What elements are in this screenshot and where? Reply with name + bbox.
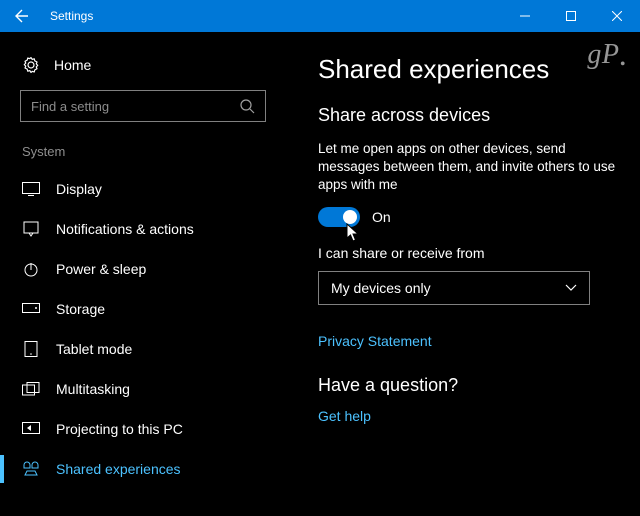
notifications-icon (22, 221, 40, 237)
share-from-label: I can share or receive from (318, 245, 622, 261)
page-heading: Shared experiences (318, 54, 622, 85)
minimize-button[interactable] (502, 0, 548, 32)
multitasking-icon (22, 382, 40, 396)
home-label: Home (54, 57, 91, 73)
power-icon (22, 261, 40, 277)
storage-icon (22, 303, 40, 315)
watermark: gP. (587, 36, 628, 73)
sidebar-item-multitasking[interactable]: Multitasking (20, 369, 266, 409)
main-panel: Shared experiences Share across devices … (278, 32, 640, 516)
sidebar-item-storage[interactable]: Storage (20, 289, 266, 329)
sidebar-item-label: Projecting to this PC (56, 421, 183, 437)
share-from-value: My devices only (331, 280, 431, 296)
home-button[interactable]: Home (20, 50, 266, 90)
sidebar-item-notifications[interactable]: Notifications & actions (20, 209, 266, 249)
maximize-icon (566, 11, 576, 21)
sidebar-item-power[interactable]: Power & sleep (20, 249, 266, 289)
sidebar-item-label: Notifications & actions (56, 221, 194, 237)
sidebar-item-label: Multitasking (56, 381, 130, 397)
search-icon (239, 98, 255, 114)
back-arrow-icon (14, 8, 30, 24)
back-button[interactable] (0, 0, 44, 32)
share-toggle[interactable] (318, 207, 360, 227)
projecting-icon (22, 422, 40, 436)
sidebar-item-tablet[interactable]: Tablet mode (20, 329, 266, 369)
share-toggle-state: On (372, 209, 391, 225)
display-icon (22, 182, 40, 196)
gear-icon (22, 56, 40, 74)
sidebar-item-label: Shared experiences (56, 461, 181, 477)
sidebar-nav: Display Notifications & actions Power & … (20, 169, 266, 489)
sidebar-item-label: Tablet mode (56, 341, 132, 357)
sidebar-group-label: System (22, 144, 266, 159)
shared-icon (22, 461, 40, 477)
chevron-down-icon (565, 284, 577, 292)
sidebar-item-projecting[interactable]: Projecting to this PC (20, 409, 266, 449)
sidebar-item-shared-experiences[interactable]: Shared experiences (20, 449, 266, 489)
sidebar-item-label: Storage (56, 301, 105, 317)
close-button[interactable] (594, 0, 640, 32)
minimize-icon (520, 11, 530, 21)
toggle-knob (343, 210, 357, 224)
window-title: Settings (44, 9, 93, 23)
tablet-icon (22, 341, 40, 357)
sidebar: Home System Display Notifications & acti… (0, 32, 278, 516)
search-input[interactable] (20, 90, 266, 122)
section-share-across-desc: Let me open apps on other devices, send … (318, 140, 622, 195)
maximize-button[interactable] (548, 0, 594, 32)
share-from-dropdown[interactable]: My devices only (318, 271, 590, 305)
close-icon (612, 11, 622, 21)
section-share-across-title: Share across devices (318, 105, 622, 126)
question-heading: Have a question? (318, 375, 622, 396)
sidebar-item-display[interactable]: Display (20, 169, 266, 209)
search-field[interactable] (31, 99, 255, 114)
get-help-link[interactable]: Get help (318, 408, 371, 424)
sidebar-item-label: Display (56, 181, 102, 197)
window-titlebar: Settings (0, 0, 640, 32)
privacy-link[interactable]: Privacy Statement (318, 333, 432, 349)
sidebar-item-label: Power & sleep (56, 261, 146, 277)
